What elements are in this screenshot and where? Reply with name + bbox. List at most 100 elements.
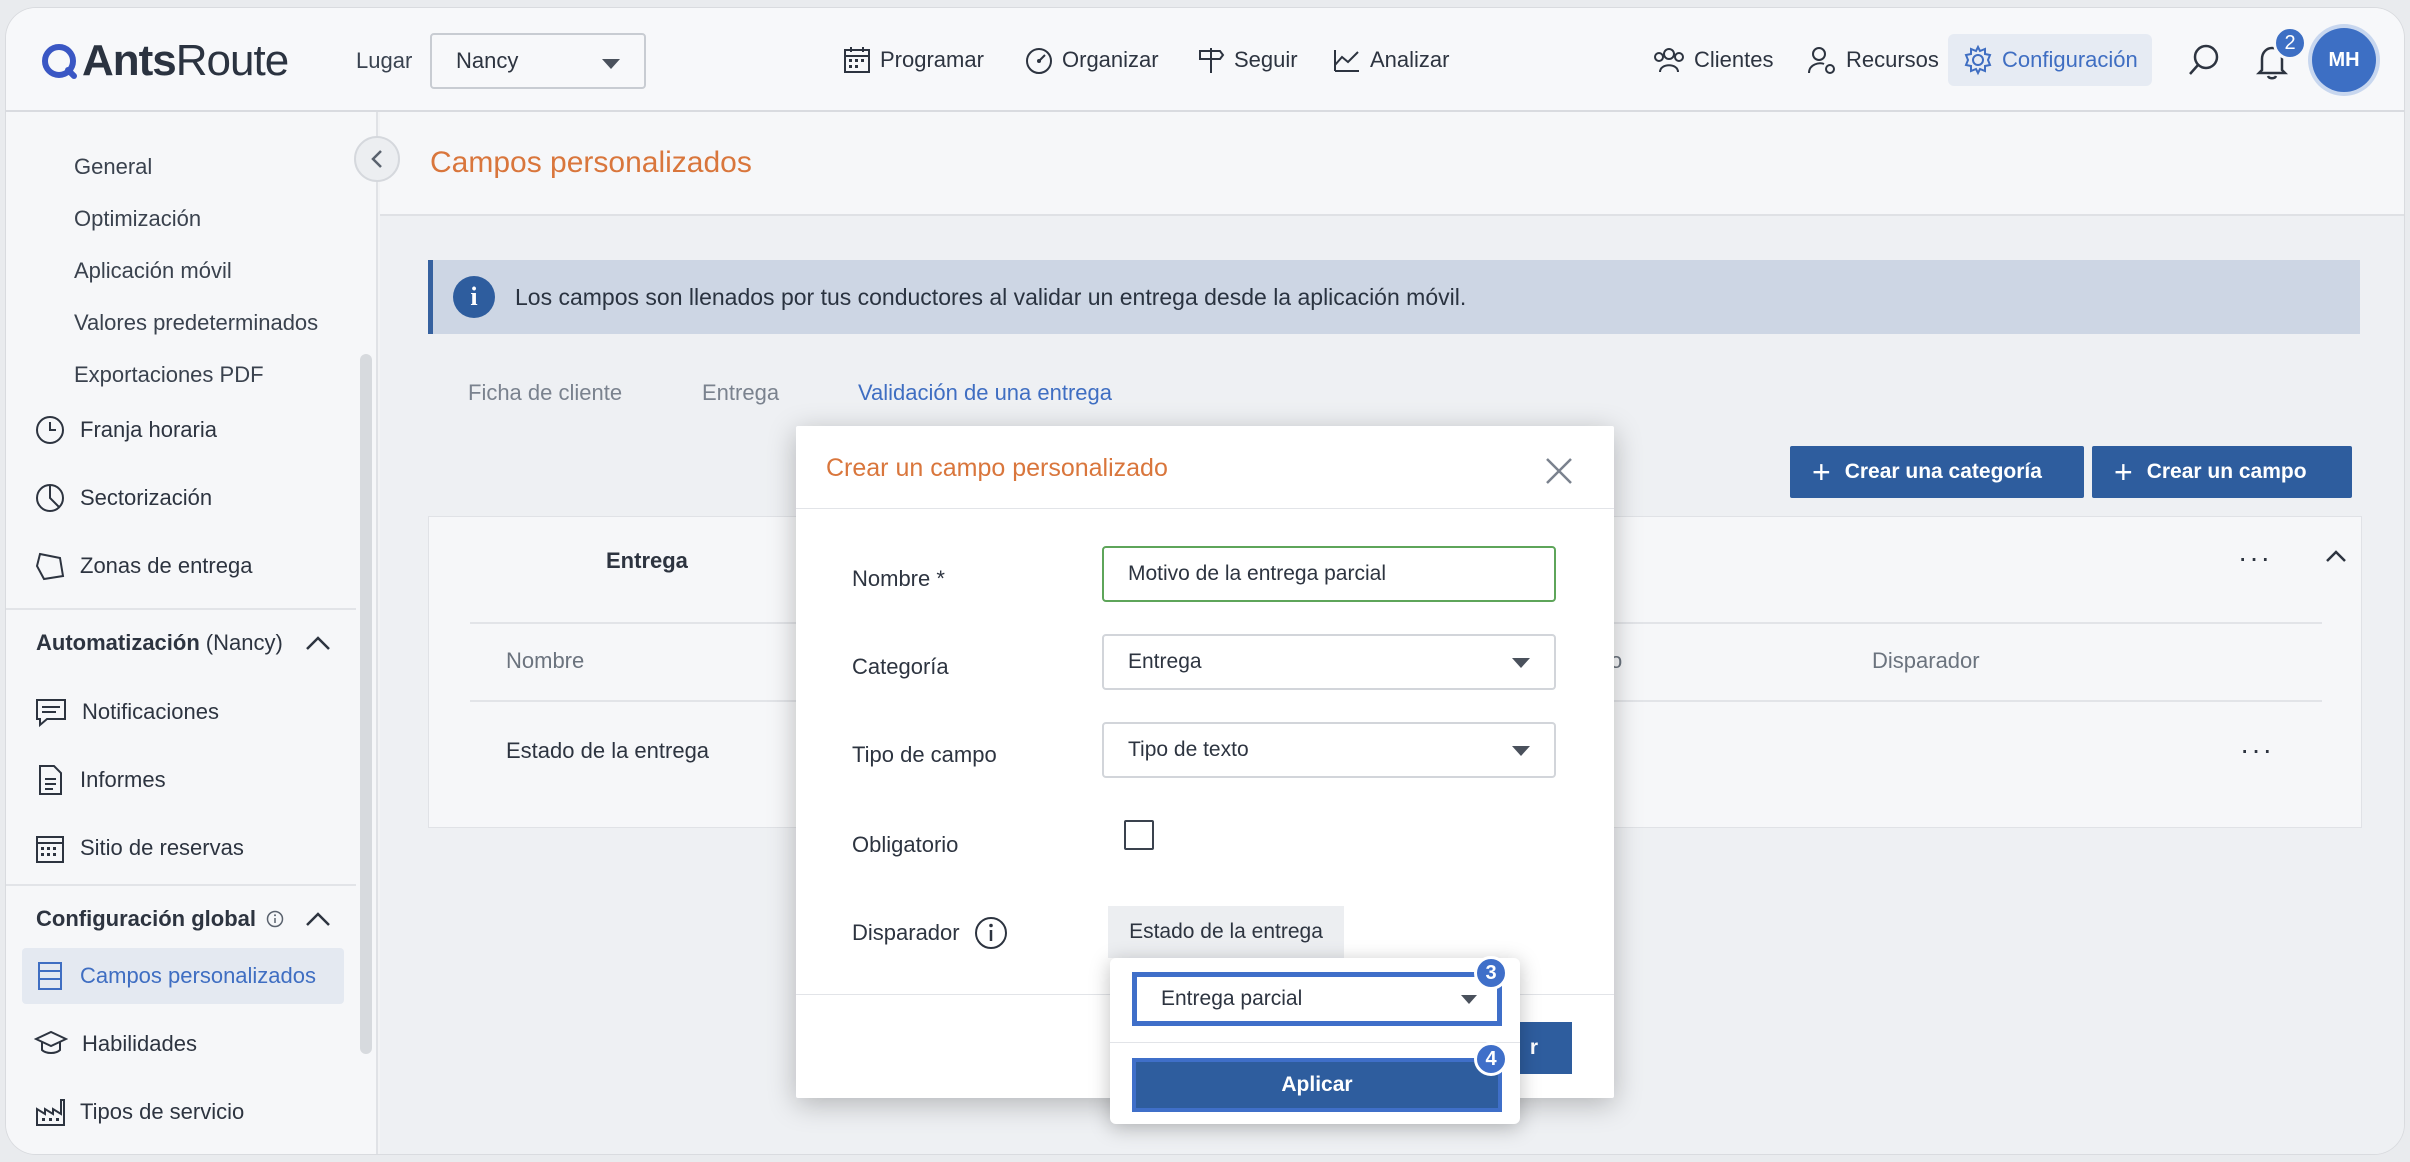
apply-button[interactable]: Aplicar bbox=[1132, 1058, 1502, 1112]
info-banner: i Los campos son llenados por tus conduc… bbox=[428, 260, 2360, 334]
nav-clientes-label: Clientes bbox=[1694, 47, 1774, 72]
create-field-label: Crear un campo bbox=[2146, 460, 2307, 483]
delivery-state-select[interactable]: Entrega parcial bbox=[1132, 972, 1502, 1026]
signpost-icon bbox=[1199, 48, 1225, 73]
close-icon[interactable] bbox=[1544, 456, 1574, 486]
place-label: Lugar bbox=[356, 48, 413, 73]
sidebar-item-label: Franja horaria bbox=[80, 417, 217, 442]
create-category-button[interactable]: + Crear una categoría bbox=[1790, 446, 2084, 498]
place-select[interactable]: Nancy bbox=[430, 33, 646, 89]
nav-configuracion[interactable]: Configuración bbox=[1948, 34, 2152, 86]
sidebar-item-tipos-de-servicio[interactable]: Tipos de servicio bbox=[34, 1096, 244, 1128]
field-type-select-value: Tipo de texto bbox=[1128, 738, 1249, 761]
nav-programar[interactable]: Programar bbox=[842, 38, 984, 82]
category-label: Categoría bbox=[852, 654, 949, 679]
tab-ficha-de-cliente[interactable]: Ficha de cliente bbox=[468, 380, 622, 406]
chevron-up-icon[interactable] bbox=[304, 910, 332, 928]
sidebar-section-configuracion-global[interactable]: Configuración global bbox=[36, 906, 284, 932]
sidebar-item-sitio-de-reservas[interactable]: Sitio de reservas bbox=[34, 832, 244, 864]
category-select[interactable]: Entrega bbox=[1102, 634, 1556, 690]
sidebar-scrollbar[interactable] bbox=[360, 354, 372, 1054]
sidebar-item-label: Zonas de entrega bbox=[80, 553, 253, 578]
section-suffix: (Nancy) bbox=[205, 630, 283, 655]
sidebar-sub-exportaciones-pdf[interactable]: Exportaciones PDF bbox=[74, 362, 264, 388]
clock-icon bbox=[36, 416, 64, 444]
nav-organizar-label: Organizar bbox=[1062, 47, 1159, 72]
pie-icon bbox=[36, 484, 64, 512]
sidebar-sub-optimizacion[interactable]: Optimización bbox=[74, 206, 201, 232]
create-category-label: Crear una categoría bbox=[1844, 460, 2042, 483]
chevron-down-icon bbox=[1512, 658, 1530, 668]
modal-title: Crear un campo personalizado bbox=[826, 454, 1168, 482]
column-header-disparador: Disparador bbox=[1872, 648, 1980, 673]
nav-analizar[interactable]: Analizar bbox=[1332, 38, 1449, 82]
nav-analizar-label: Analizar bbox=[1370, 47, 1450, 72]
sidebar-item-informes[interactable]: Informes bbox=[34, 764, 166, 796]
nav-seguir-label: Seguir bbox=[1234, 47, 1298, 72]
create-field-button[interactable]: + Crear un campo bbox=[2092, 446, 2352, 498]
sidebar-item-campos-personalizados[interactable]: Campos personalizados bbox=[34, 960, 316, 992]
sidebar-item-label: Habilidades bbox=[82, 1031, 197, 1056]
apply-button-label: Aplicar bbox=[1281, 1073, 1353, 1096]
sidebar-item-notificaciones[interactable]: Notificaciones bbox=[34, 696, 219, 728]
step-badge-4: 4 bbox=[1474, 1042, 1508, 1076]
logo-text-regular: Route bbox=[175, 36, 289, 85]
trigger-chip[interactable]: Estado de la entrega bbox=[1108, 906, 1344, 958]
user-avatar[interactable]: MH bbox=[2312, 28, 2376, 92]
nav-recursos-label: Recursos bbox=[1846, 47, 1939, 72]
field-type-select[interactable]: Tipo de texto bbox=[1102, 722, 1556, 778]
sidebar-sub-aplicacion-movil[interactable]: Aplicación móvil bbox=[74, 258, 232, 284]
required-checkbox[interactable] bbox=[1124, 820, 1154, 850]
logo-mark-icon bbox=[42, 44, 77, 79]
message-icon bbox=[36, 699, 66, 728]
field-type-label: Tipo de campo bbox=[852, 742, 997, 767]
nav-clientes[interactable]: Clientes bbox=[1652, 38, 1773, 82]
antsroute-logo[interactable]: Ants Route bbox=[40, 34, 289, 88]
sidebar-sub-valores-predeterminados[interactable]: Valores predeterminados bbox=[74, 310, 318, 336]
calendar-icon bbox=[844, 47, 870, 73]
graduation-icon bbox=[34, 1030, 68, 1054]
row-more-button[interactable]: ··· bbox=[2240, 736, 2274, 764]
sidebar-scrolled-icon-fragment bbox=[40, 104, 60, 110]
sidebar-collapse-button[interactable] bbox=[354, 136, 400, 182]
delivery-state-select-value: Entrega parcial bbox=[1161, 987, 1303, 1010]
sidebar-item-sectorizacion[interactable]: Sectorización bbox=[34, 482, 212, 514]
search-button[interactable] bbox=[2186, 42, 2222, 78]
popup-divider bbox=[1110, 1042, 1520, 1043]
nav-configuracion-label: Configuración bbox=[2002, 47, 2138, 72]
column-header-nombre: Nombre bbox=[506, 648, 585, 673]
sidebar-section-automatizacion[interactable]: Automatización (Nancy) bbox=[36, 630, 283, 656]
chevron-down-icon bbox=[1461, 995, 1477, 1004]
required-label: Obligatorio bbox=[852, 832, 959, 857]
section-title: Automatización bbox=[36, 630, 200, 655]
trigger-label: Disparador bbox=[852, 920, 960, 945]
chevron-down-icon bbox=[1512, 746, 1530, 756]
nav-recursos[interactable]: Recursos bbox=[1806, 38, 1939, 82]
chevron-up-icon[interactable] bbox=[2324, 548, 2348, 564]
table-icon bbox=[38, 962, 62, 990]
sidebar-sub-general[interactable]: General bbox=[74, 154, 152, 180]
sidebar-item-habilidades[interactable]: Habilidades bbox=[34, 1028, 197, 1060]
chevron-up-icon[interactable] bbox=[304, 634, 332, 652]
sidebar-divider bbox=[6, 884, 356, 886]
sidebar-item-franja-horaria[interactable]: Franja horaria bbox=[34, 414, 217, 446]
calendar-grid-icon bbox=[36, 836, 64, 863]
tab-entrega[interactable]: Entrega bbox=[702, 380, 779, 406]
name-input-value: Motivo de la entrega parcial bbox=[1128, 562, 1386, 585]
place-select-value: Nancy bbox=[456, 48, 519, 73]
gear-icon bbox=[1964, 44, 1992, 76]
tab-validacion-de-una-entrega[interactable]: Validación de una entrega bbox=[858, 380, 1112, 406]
top-header: Ants Route Lugar Nancy Programar Organiza… bbox=[6, 8, 2404, 112]
category-select-value: Entrega bbox=[1128, 650, 1202, 673]
plus-icon: + bbox=[1812, 453, 1831, 490]
sidebar-item-zonas-de-entrega[interactable]: Zonas de entrega bbox=[34, 550, 252, 582]
page-title: Campos personalizados bbox=[430, 146, 752, 179]
table-row-name: Estado de la entrega bbox=[506, 738, 710, 763]
nav-organizar[interactable]: Organizar bbox=[1024, 38, 1159, 82]
nav-seguir[interactable]: Seguir bbox=[1196, 38, 1298, 82]
info-icon[interactable] bbox=[974, 916, 1008, 950]
name-input[interactable]: Motivo de la entrega parcial bbox=[1102, 546, 1556, 602]
people-icon bbox=[1654, 48, 1684, 73]
section-title: Configuración global bbox=[36, 906, 256, 931]
category-more-button[interactable]: ··· bbox=[2238, 544, 2272, 572]
